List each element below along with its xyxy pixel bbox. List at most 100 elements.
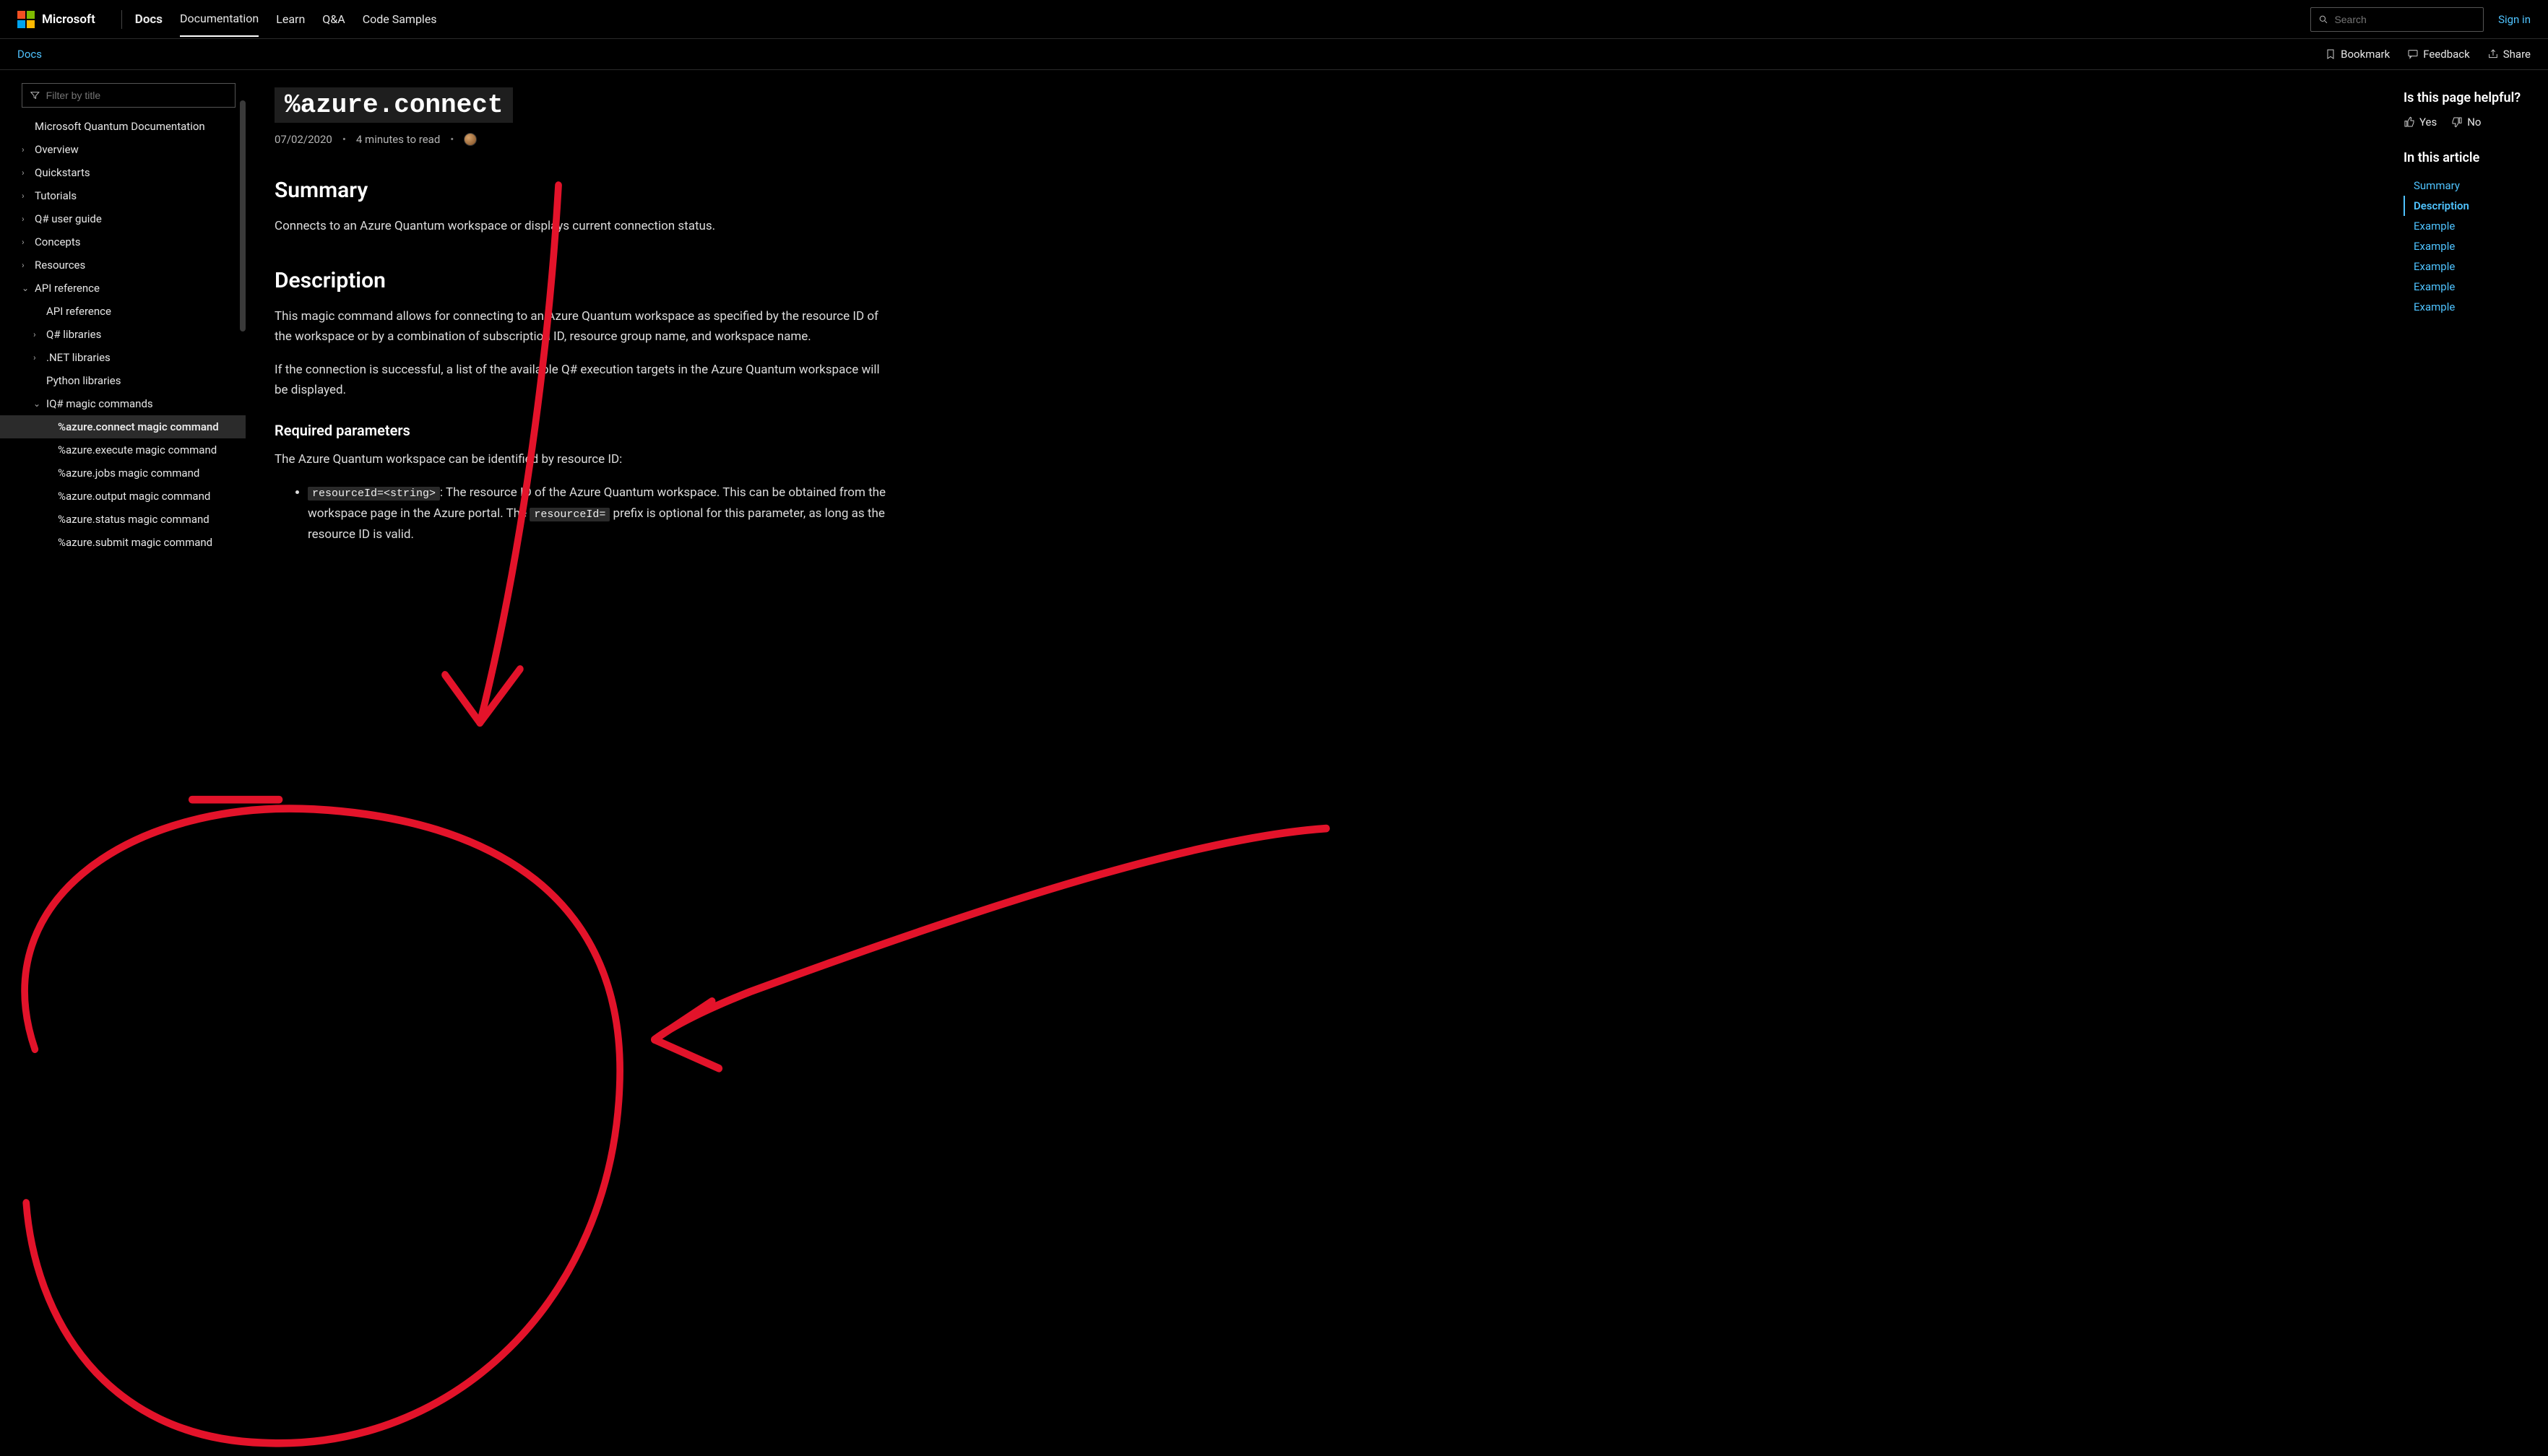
toc-summary[interactable]: Summary — [2404, 176, 2534, 196]
chevron-right-icon: › — [33, 329, 36, 339]
sidebar-item-qsharp-guide[interactable]: ›Q# user guide — [0, 207, 246, 230]
sidebar-item-dotnet-libs[interactable]: › .NET libraries — [0, 346, 246, 369]
sidebar-item-label: Concepts — [35, 235, 80, 248]
page-title: %azure.connect — [275, 87, 513, 123]
search-input[interactable] — [2334, 14, 2476, 25]
chevron-right-icon: › — [33, 352, 36, 363]
sidebar-item-azure-status[interactable]: %azure.status magic command — [0, 508, 246, 531]
filter-icon — [30, 90, 40, 101]
required-params-heading: Required parameters — [275, 422, 2375, 439]
toc-example-3[interactable]: Example — [2404, 256, 2534, 277]
chevron-right-icon: › — [22, 214, 25, 224]
description-p1: This magic command allows for connecting… — [275, 306, 896, 347]
article-readtime: 4 minutes to read — [356, 133, 440, 146]
sidebar-item-azure-output[interactable]: %azure.output magic command — [0, 485, 246, 508]
article-date: 07/02/2020 — [275, 133, 332, 146]
chevron-right-icon: › — [22, 168, 25, 178]
code-resourceid: resourceId=<string> — [308, 487, 440, 500]
nav-code-samples[interactable]: Code Samples — [363, 2, 437, 36]
chevron-down-icon: ⌄ — [33, 399, 40, 409]
in-this-article-title: In this article — [2404, 150, 2534, 165]
sidebar-item-label: %azure.connect magic command — [58, 420, 219, 433]
layout: Microsoft Quantum Documentation › Overvie… — [0, 70, 2548, 1452]
sidebar-item-label: %azure.execute magic command — [58, 443, 217, 456]
contributor-avatar[interactable] — [464, 133, 477, 146]
description-heading: Description — [275, 268, 2375, 293]
sidebar-item-label: API reference — [35, 282, 100, 295]
nav-docs[interactable]: Docs — [135, 2, 163, 37]
sidebar-item-python-libs[interactable]: Python libraries — [0, 369, 246, 392]
helpful-yes-label: Yes — [2419, 116, 2437, 129]
share-icon — [2487, 48, 2499, 60]
helpful-no[interactable]: No — [2451, 116, 2481, 129]
sidebar-item-label: Python libraries — [46, 374, 121, 387]
chevron-right-icon: › — [22, 260, 25, 270]
scrollbar[interactable] — [240, 100, 246, 332]
share-action[interactable]: Share — [2487, 48, 2531, 61]
sidebar-item-iqsharp-magic[interactable]: ⌄ IQ# magic commands — [0, 392, 246, 415]
nav-qa[interactable]: Q&A — [322, 2, 345, 36]
feedback-label: Feedback — [2423, 48, 2470, 61]
sidebar-item-azure-execute[interactable]: %azure.execute magic command — [0, 438, 246, 462]
required-params-list: resourceId=<string>: The resource ID of … — [275, 482, 896, 545]
helpful-yes[interactable]: Yes — [2404, 116, 2437, 129]
helpful-title: Is this page helpful? — [2404, 90, 2534, 105]
right-rail: Is this page helpful? Yes No In this art… — [2404, 70, 2548, 1452]
sidebar-item-overview[interactable]: › Overview — [0, 138, 246, 161]
article-meta: 07/02/2020 4 minutes to read — [275, 133, 2375, 146]
sidebar-item-label: IQ# magic commands — [46, 397, 153, 410]
helpful-no-label: No — [2467, 116, 2481, 129]
breadcrumb-docs[interactable]: Docs — [17, 48, 42, 61]
meta-separator — [340, 133, 349, 146]
sidebar-item-label: Tutorials — [35, 189, 77, 202]
chevron-right-icon: › — [22, 144, 25, 155]
toc-example-5[interactable]: Example — [2404, 297, 2534, 317]
nav-learn[interactable]: Learn — [276, 2, 305, 36]
toc-example-4[interactable]: Example — [2404, 277, 2534, 297]
top-header: Microsoft Docs Documentation Learn Q&A C… — [0, 0, 2548, 39]
toc-example-2[interactable]: Example — [2404, 236, 2534, 256]
sidebar-item-azure-connect[interactable]: %azure.connect magic command — [0, 415, 246, 438]
sidebar-item-label: Resources — [35, 259, 85, 272]
header-nav: Docs Documentation Learn Q&A Code Sample… — [135, 1, 437, 37]
filter-box[interactable] — [22, 83, 236, 108]
bookmark-action[interactable]: Bookmark — [2325, 48, 2390, 61]
nav-list: Microsoft Quantum Documentation › Overvie… — [0, 115, 246, 554]
sidebar-item-quantum-docs[interactable]: Microsoft Quantum Documentation — [0, 115, 246, 138]
sidebar-item-quickstarts[interactable]: › Quickstarts — [0, 161, 246, 184]
meta-separator — [447, 133, 457, 146]
sidebar-item-azure-jobs[interactable]: %azure.jobs magic command — [0, 462, 246, 485]
sidebar-item-label: %azure.output magic command — [58, 490, 210, 503]
sidebar-item-azure-submit[interactable]: %azure.submit magic command — [0, 531, 246, 554]
sidebar-item-label: Quickstarts — [35, 166, 90, 179]
sidebar-item-qsharp-libs[interactable]: ›Q# libraries — [0, 323, 246, 346]
sidebar-item-concepts[interactable]: ›Concepts — [0, 230, 246, 254]
feedback-icon — [2407, 48, 2419, 60]
summary-text: Connects to an Azure Quantum workspace o… — [275, 216, 896, 236]
sidebar-item-api-reference-child[interactable]: API reference — [0, 300, 246, 323]
sub-bar: Docs Bookmark Feedback Share — [0, 39, 2548, 70]
sidebar-item-resources[interactable]: › Resources — [0, 254, 246, 277]
nav-documentation[interactable]: Documentation — [180, 1, 259, 37]
sidebar-item-label: %azure.submit magic command — [58, 536, 212, 549]
microsoft-logo[interactable]: Microsoft — [17, 11, 95, 28]
feedback-action[interactable]: Feedback — [2407, 48, 2470, 61]
bookmark-label: Bookmark — [2341, 48, 2390, 61]
divider — [121, 10, 122, 29]
search-box[interactable] — [2310, 7, 2484, 32]
signin-link[interactable]: Sign in — [2498, 13, 2531, 26]
param-resourceid: resourceId=<string>: The resource ID of … — [308, 482, 896, 545]
sidebar-item-api-reference[interactable]: ⌄API reference — [0, 277, 246, 300]
sidebar-item-tutorials[interactable]: ›Tutorials — [0, 184, 246, 207]
sidebar-item-label: Overview — [35, 143, 79, 156]
filter-input[interactable] — [46, 90, 228, 101]
share-label: Share — [2503, 48, 2531, 61]
sidebar-item-label: .NET libraries — [46, 351, 111, 364]
toc-example-1[interactable]: Example — [2404, 216, 2534, 236]
main-content: %azure.connect 07/02/2020 4 minutes to r… — [246, 70, 2404, 1452]
sub-actions: Bookmark Feedback Share — [2325, 48, 2531, 61]
required-params-intro: The Azure Quantum workspace can be ident… — [275, 449, 896, 469]
microsoft-logo-icon — [17, 11, 35, 28]
search-icon — [2318, 14, 2328, 25]
toc-description[interactable]: Description — [2404, 196, 2534, 216]
